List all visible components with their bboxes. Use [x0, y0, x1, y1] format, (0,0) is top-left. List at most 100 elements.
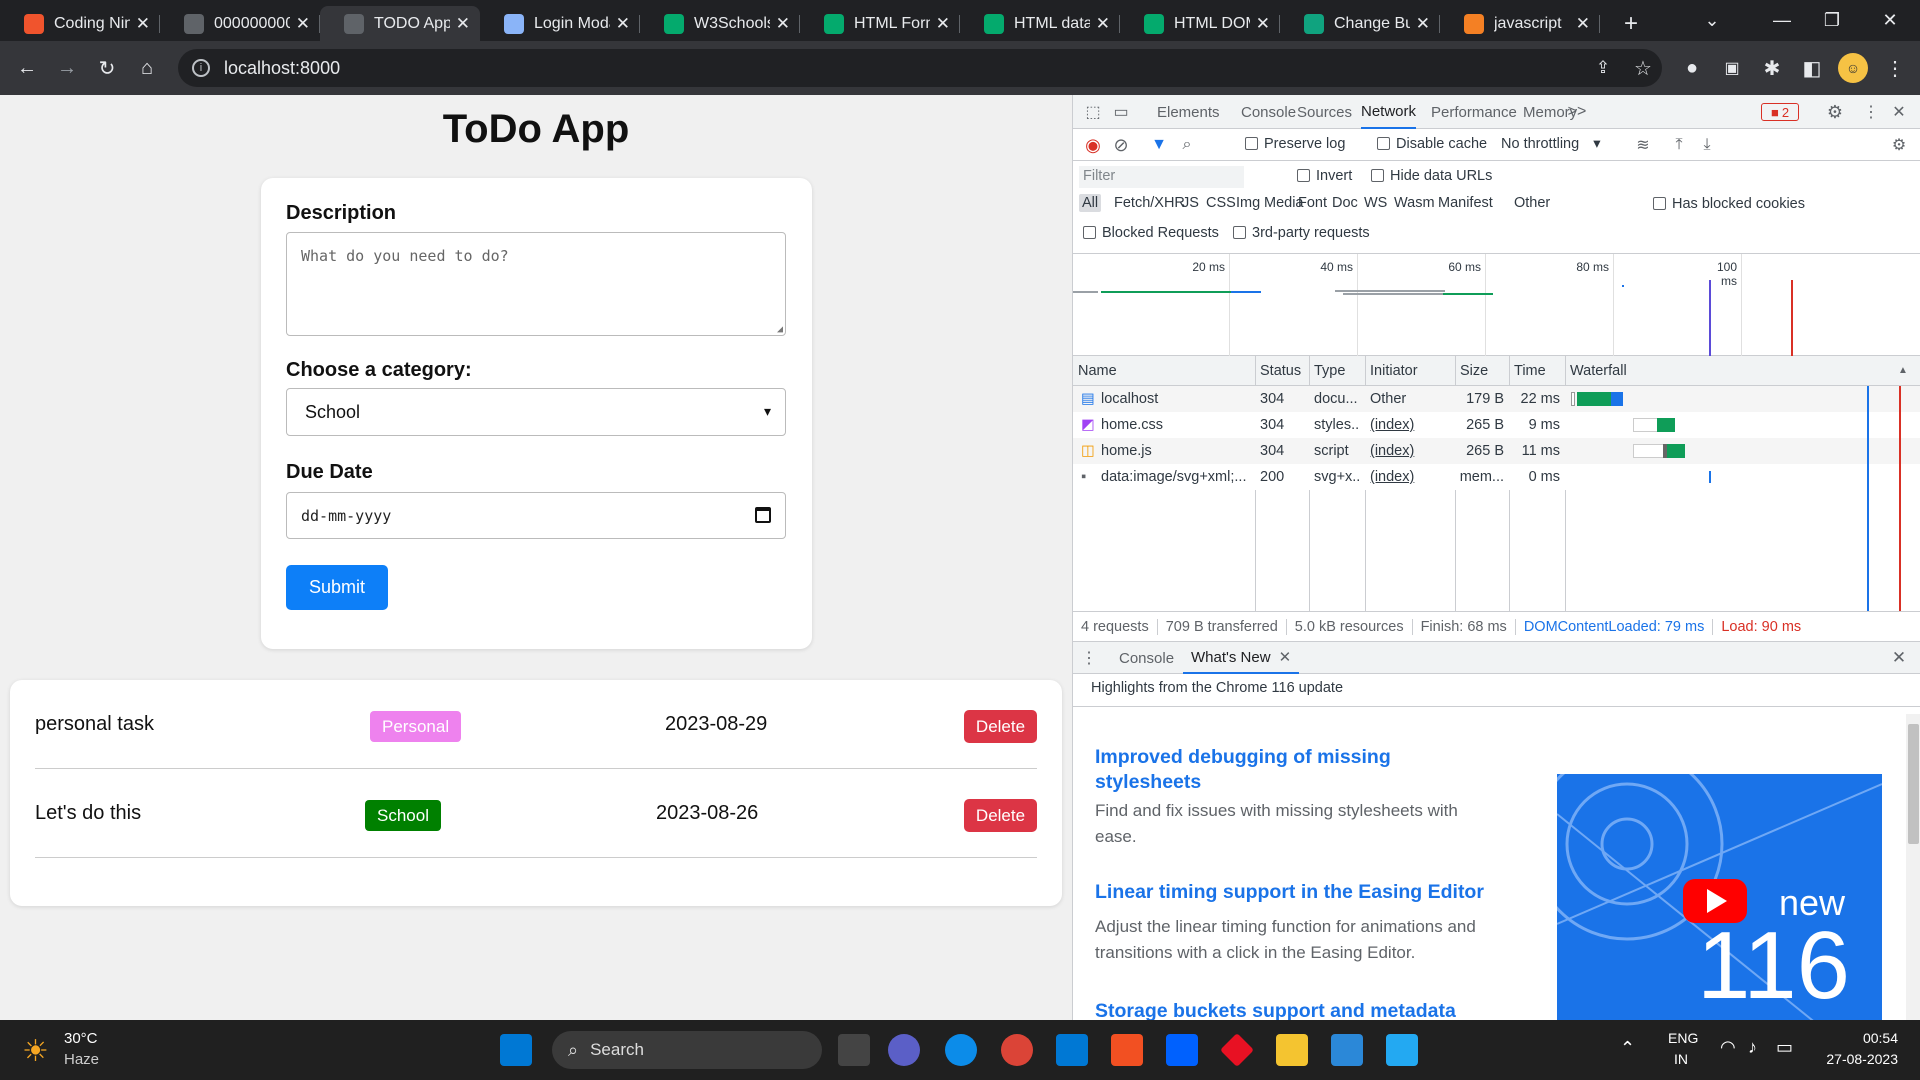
- request-initiator[interactable]: (index): [1370, 438, 1450, 464]
- drawer-menu-icon[interactable]: ⋮: [1081, 648, 1097, 668]
- sort-up-icon[interactable]: ▲: [1895, 362, 1911, 378]
- drawer-scroll-thumb[interactable]: [1908, 724, 1919, 844]
- request-initiator[interactable]: (index): [1370, 464, 1450, 490]
- inspect-element-icon[interactable]: ⬚: [1083, 102, 1103, 122]
- type-filter-wasm[interactable]: Wasm: [1391, 194, 1438, 212]
- browser-tab[interactable]: javascript ✕: [1440, 6, 1600, 41]
- type-filter-font[interactable]: Font: [1295, 194, 1330, 212]
- preserve-log-checkbox[interactable]: Preserve log: [1245, 136, 1345, 152]
- settings-gear-icon[interactable]: ⚙: [1825, 102, 1845, 122]
- reload-icon[interactable]: ↻: [92, 53, 122, 83]
- browser-menu-icon[interactable]: ⋮: [1880, 53, 1910, 83]
- filter-funnel-icon[interactable]: ▼: [1149, 135, 1169, 155]
- network-request-row[interactable]: localhost 304 docu... Other 179 B 22 ms ▤: [1073, 386, 1920, 412]
- submit-button[interactable]: Submit: [286, 565, 388, 610]
- close-tab-icon[interactable]: ✕: [1256, 14, 1270, 34]
- column-header-type[interactable]: Type: [1309, 356, 1365, 386]
- new-tab-button[interactable]: +: [1600, 6, 1650, 41]
- column-header-status[interactable]: Status: [1255, 356, 1309, 386]
- type-filter-img[interactable]: Img: [1233, 194, 1263, 212]
- windows-start-icon[interactable]: [500, 1034, 532, 1066]
- clock-time[interactable]: 00:54: [1828, 1030, 1898, 1046]
- network-conditions-icon[interactable]: ≋: [1633, 135, 1653, 155]
- category-select[interactable]: School ▾: [286, 388, 786, 436]
- disable-cache-checkbox[interactable]: Disable cache: [1377, 136, 1487, 152]
- error-count-badge[interactable]: ■ 2: [1761, 103, 1799, 121]
- app-red-icon[interactable]: [1220, 1033, 1254, 1067]
- close-tab-icon[interactable]: ✕: [616, 14, 630, 34]
- tray-chevron-icon[interactable]: ⌃: [1620, 1038, 1635, 1059]
- import-har-icon[interactable]: ⤒: [1669, 135, 1689, 155]
- devtools-menu-icon[interactable]: ⋮: [1861, 102, 1881, 122]
- browser-tab[interactable]: Change Bu ✕: [1280, 6, 1440, 41]
- notepad-icon[interactable]: [1331, 1034, 1363, 1066]
- devtools-tab-console[interactable]: Console: [1241, 95, 1296, 129]
- task-view-icon[interactable]: [838, 1034, 870, 1066]
- delete-button[interactable]: Delete: [964, 799, 1037, 832]
- filter-input[interactable]: Filter: [1079, 166, 1244, 188]
- column-header-initiator[interactable]: Initiator: [1365, 356, 1455, 386]
- network-request-row[interactable]: home.js 304 script (index) 265 B 11 ms ◫: [1073, 438, 1920, 464]
- close-tab-icon[interactable]: ✕: [296, 14, 310, 34]
- side-panel-icon[interactable]: ◧: [1797, 53, 1827, 83]
- close-devtools-icon[interactable]: ✕: [1889, 102, 1909, 122]
- profile-avatar[interactable]: ☺: [1838, 53, 1868, 83]
- resize-handle-icon[interactable]: ◢: [777, 324, 783, 335]
- devtools-tab-network[interactable]: Network: [1361, 95, 1417, 129]
- devtools-tab-performance[interactable]: Performance: [1431, 95, 1517, 129]
- extension-circle-icon[interactable]: ●: [1677, 53, 1707, 83]
- bookmark-star-icon[interactable]: ☆: [1628, 53, 1658, 83]
- throttling-select[interactable]: No throttling ▾: [1501, 136, 1600, 152]
- browser-tab[interactable]: HTML data ✕: [960, 6, 1120, 41]
- battery-icon[interactable]: ▭: [1776, 1037, 1793, 1058]
- browser-tab[interactable]: Login Moda ✕: [480, 6, 640, 41]
- close-drawer-icon[interactable]: ✕: [1889, 648, 1909, 668]
- edge-icon[interactable]: [945, 1034, 977, 1066]
- close-tab-icon[interactable]: ✕: [136, 14, 150, 34]
- restore-icon[interactable]: ❐: [1802, 0, 1862, 41]
- type-filter-manifest[interactable]: Manifest: [1435, 194, 1496, 212]
- type-filter-other[interactable]: Other: [1511, 194, 1553, 212]
- extensions-puzzle-icon[interactable]: ✱: [1757, 53, 1787, 83]
- close-tab-icon[interactable]: ✕: [1576, 14, 1590, 34]
- calendar-icon[interactable]: [755, 507, 771, 523]
- delete-button[interactable]: Delete: [964, 710, 1037, 743]
- description-textarea[interactable]: What do you need to do? ◢: [286, 232, 786, 336]
- browser-tab[interactable]: Coding Nin ✕: [0, 6, 160, 41]
- blocked-requests-checkbox[interactable]: Blocked Requests: [1083, 225, 1219, 241]
- vscode-icon[interactable]: [1386, 1034, 1418, 1066]
- browser-tab[interactable]: TODO App ✕: [320, 6, 480, 41]
- close-tab-icon[interactable]: ✕: [456, 14, 470, 34]
- weather-icon[interactable]: ☀: [22, 1034, 49, 1069]
- devtools-tab-elements[interactable]: Elements: [1157, 95, 1220, 129]
- lang-eng[interactable]: ENG: [1668, 1030, 1698, 1046]
- browser-tab[interactable]: HTML Form ✕: [800, 6, 960, 41]
- back-icon[interactable]: ←: [12, 53, 42, 83]
- type-filter-all[interactable]: All: [1079, 194, 1102, 212]
- chrome-icon[interactable]: [1001, 1034, 1033, 1066]
- microsoft-store-icon[interactable]: [1111, 1034, 1143, 1066]
- third-party-checkbox[interactable]: 3rd-party requests: [1233, 225, 1370, 241]
- close-tab-icon[interactable]: ✕: [1096, 14, 1110, 34]
- tab-search-chevron-icon[interactable]: ⌄: [1682, 0, 1742, 41]
- close-window-icon[interactable]: ✕: [1860, 0, 1920, 41]
- blocked-cookies-checkbox[interactable]: Has blocked cookies: [1653, 196, 1805, 212]
- network-settings-icon[interactable]: ⚙: [1889, 135, 1909, 155]
- chrome-116-video-thumbnail[interactable]: new 116: [1557, 774, 1882, 1024]
- close-tab-icon[interactable]: ✕: [1416, 14, 1430, 34]
- browser-tab[interactable]: W3Schools ✕: [640, 6, 800, 41]
- type-filter-js[interactable]: JS: [1179, 194, 1202, 212]
- type-filter-ws[interactable]: WS: [1361, 194, 1390, 212]
- network-request-row[interactable]: home.css 304 styles... (index) 265 B 9 ms ◩: [1073, 412, 1920, 438]
- whats-new-item-title[interactable]: Linear timing support in the Easing Edit…: [1095, 880, 1525, 905]
- device-toolbar-icon[interactable]: ▭: [1111, 102, 1131, 122]
- record-stop-icon[interactable]: ◉: [1083, 135, 1103, 155]
- export-har-icon[interactable]: ⤓: [1697, 135, 1717, 155]
- clear-icon[interactable]: ⊘: [1111, 135, 1131, 155]
- type-filter-doc[interactable]: Doc: [1329, 194, 1361, 212]
- close-tab-icon[interactable]: ✕: [936, 14, 950, 34]
- weather-temp[interactable]: 30°C: [64, 1030, 98, 1047]
- share-icon[interactable]: ⇪: [1588, 53, 1618, 83]
- request-initiator[interactable]: Other: [1370, 386, 1450, 412]
- type-filter-fetch-xhr[interactable]: Fetch/XHR: [1111, 194, 1188, 212]
